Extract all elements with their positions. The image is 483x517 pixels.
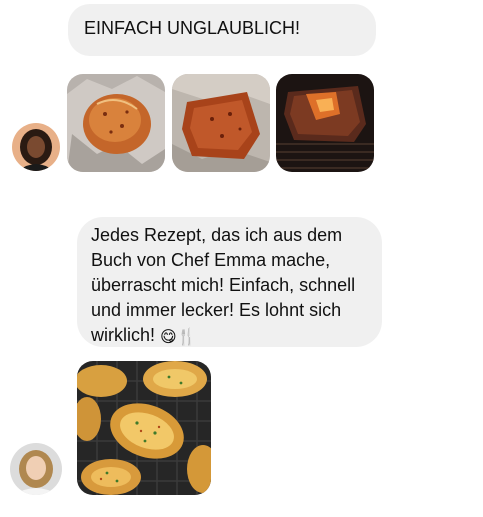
message-2-line-3: überrascht mich! Einfach, schnell <box>91 275 356 295</box>
smashed-potatoes-in-air-fryer-photo[interactable] <box>77 361 211 495</box>
yum-face-emoji-icon: 😋 <box>160 326 177 346</box>
rubbed-meat-on-foil-photo[interactable] <box>172 74 270 172</box>
fork-knife-emoji-icon: 🍴 <box>176 326 197 346</box>
message-2-line-1: Jedes Rezept, das ich aus dem <box>91 225 343 245</box>
seared-meat-on-grill-photo[interactable] <box>276 74 374 172</box>
woman-dark-hair-avatar[interactable] <box>12 123 60 171</box>
message-bubble-2: Jedes Rezept, das ich aus dem Buch von C… <box>77 217 382 347</box>
message-2-line-5-text: wirklich! <box>91 325 156 345</box>
message-2-line-4: und immer lecker! Es lohnt sich <box>91 300 342 320</box>
message-2-line-5: wirklich! 😋🍴 <box>91 323 372 349</box>
message-1-text: EINFACH UNGLAUBLICH! <box>84 18 301 38</box>
seasoned-meat-on-foil-photo[interactable] <box>67 74 165 172</box>
message-2-line-2: Buch von Chef Emma mache, <box>91 250 331 270</box>
message-bubble-1: EINFACH UNGLAUBLICH! <box>68 4 376 56</box>
woman-blonde-hair-avatar[interactable] <box>10 443 62 495</box>
